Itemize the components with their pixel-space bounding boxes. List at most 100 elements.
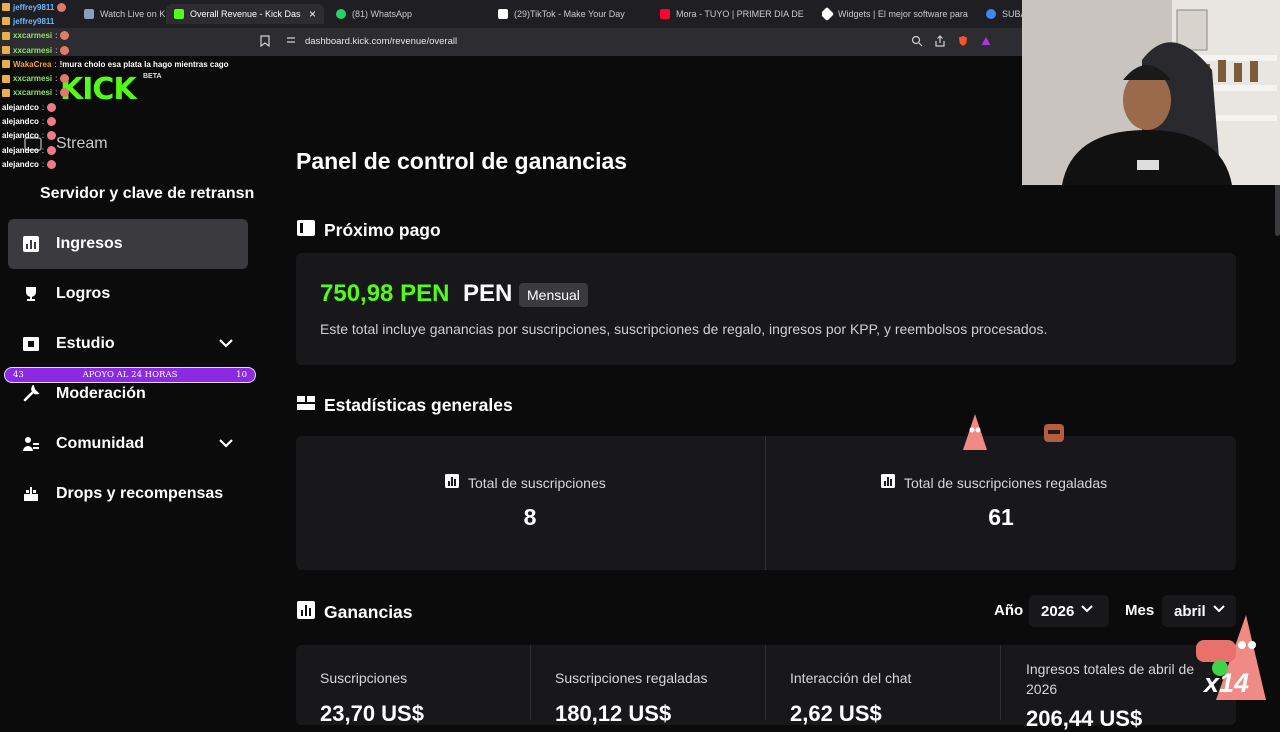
goal-label: APOYO AL 24 HORAS (82, 370, 178, 380)
sub-badge-icon (2, 46, 10, 55)
close-tab-icon[interactable]: × (309, 7, 316, 21)
earnings-chat-label: Interacción del chat (790, 670, 912, 686)
emote-icon (47, 117, 57, 127)
next-payment-card (296, 253, 1236, 365)
brave-shield-icon[interactable] (956, 35, 970, 49)
payment-currency: PEN (463, 280, 513, 307)
sidebar-item-label: Estudio (56, 335, 115, 352)
divider (765, 436, 766, 570)
stat-label: Total de suscripciones regaladas (904, 474, 1108, 491)
gifted-subs-value: 61 (988, 504, 1014, 530)
page-title: Panel de control de ganancias (296, 148, 628, 174)
tab-label: Widgets | El mejor software para po (838, 9, 968, 19)
chat-username: alejandco (2, 131, 39, 141)
total-subs-label: Total de suscripciones (444, 473, 606, 492)
sub-badge-icon (2, 60, 10, 69)
sidebar-item-comunidad[interactable]: Comunidad (8, 419, 248, 469)
tab-whatsapp[interactable]: (81) WhatsApp (336, 4, 486, 24)
sidebar-item-drops[interactable]: Drops y recompensas (8, 469, 248, 519)
emote-face-icon (1042, 422, 1066, 444)
goal-current: 43 (13, 370, 24, 380)
chevron-down-icon (1080, 602, 1094, 620)
emote-icon (60, 74, 70, 84)
url-text[interactable]: dashboard.kick.com/revenue/overall (305, 36, 457, 47)
earnings-gifted-value: 180,12 US$ (555, 701, 672, 726)
section-title: Próximo pago (324, 220, 441, 240)
earnings-chat-value: 2,62 US$ (790, 701, 882, 726)
sub-badge-icon (2, 88, 10, 97)
tab-label: SUBA (1002, 9, 1022, 19)
total-subs-value: 8 (523, 504, 537, 530)
tab-youtube[interactable]: Mora - TUYO | PRIMER DIA DE CLAS (660, 4, 810, 24)
year-label: Año (994, 602, 1024, 619)
bookmark-icon[interactable] (258, 35, 272, 49)
divider (765, 645, 766, 720)
chat-username: xxcarmesi (13, 74, 53, 84)
section-title: Estadísticas generales (324, 395, 513, 415)
chat-username: alejandco (2, 159, 39, 169)
chat-message: alejandco: (2, 114, 242, 128)
general-stats-card (296, 436, 1236, 570)
sidebar-item-label: Moderación (56, 385, 146, 402)
chat-username: xxcarmesi (13, 88, 53, 98)
wrench-icon (21, 384, 41, 404)
tab-label: Mora - TUYO | PRIMER DIA DE CLAS (676, 9, 806, 19)
stream-chat-overlay: jeffrey9811 jeffrey9811 xxcarmesi: xxcar… (2, 0, 242, 170)
gifted-subs-label: Total de suscripciones regaladas (880, 473, 1107, 492)
sidebar-item-server-key[interactable]: Servidor y clave de retransn (40, 185, 258, 203)
sidebar-item-label: Comunidad (56, 435, 144, 452)
year-value: 2026 (1041, 602, 1075, 620)
goal-target: 10 (236, 370, 247, 380)
tab-label: (81) WhatsApp (352, 9, 413, 19)
bar-chart-icon (444, 473, 460, 492)
next-payment-heading: Próximo pago (296, 218, 441, 243)
sub-badge-icon (2, 74, 10, 83)
patrick-sticker-icon (960, 412, 990, 452)
month-label: Mes (1125, 602, 1155, 619)
google-icon (986, 9, 996, 19)
sidebar-item-ingresos[interactable]: Ingresos (8, 219, 248, 269)
community-icon (21, 434, 41, 454)
gift-icon (21, 484, 41, 504)
chat-message: jeffrey9811 (2, 14, 242, 28)
chat-username: alejandco (2, 145, 39, 155)
sidebar-item-label: Logros (56, 285, 111, 302)
chat-message: alejandco: (2, 157, 242, 171)
chat-message: xxcarmesi: (2, 43, 242, 57)
tab-tiktok[interactable]: (29)TikTok - Make Your Day (498, 4, 648, 24)
tab-widgets[interactable]: Widgets | El mejor software para po (822, 4, 972, 24)
chat-message: xxcarmesi: (2, 71, 242, 85)
divider (530, 645, 531, 720)
section-title: Ganancias (324, 602, 413, 622)
sidebar-item-logros[interactable]: Logros (8, 269, 248, 319)
brave-rewards-icon[interactable] (979, 35, 993, 49)
bar-chart-icon (880, 473, 896, 492)
webcam-overlay (1022, 0, 1280, 185)
youtube-icon (660, 9, 670, 19)
emote-icon (47, 159, 57, 169)
chevron-down-icon[interactable] (218, 435, 234, 451)
tab-suba[interactable]: SUBA (986, 4, 1022, 24)
earnings-subs-value: 23,70 US$ (320, 701, 424, 726)
sub-badge-icon (2, 3, 10, 12)
chat-message: xxcarmesi: (2, 29, 242, 43)
sub-badge-icon (2, 31, 10, 40)
sidebar-item-label: Ingresos (56, 235, 123, 252)
bar-chart-icon (21, 234, 41, 254)
zoom-icon[interactable] (910, 35, 924, 49)
sub-badge-icon (2, 17, 10, 26)
stats-icon (296, 393, 316, 418)
emote-icon (47, 145, 57, 155)
earnings-subs-label: Suscripciones (320, 670, 408, 686)
chat-message: alejandco: (2, 143, 242, 157)
chat-message: alejandco: (2, 129, 242, 143)
year-select[interactable]: 2026 (1029, 595, 1109, 627)
emote-icon (60, 88, 70, 98)
share-icon[interactable] (933, 35, 947, 49)
site-settings-icon[interactable] (284, 35, 298, 49)
chevron-down-icon[interactable] (218, 335, 234, 351)
sidebar-item-estudio[interactable]: Estudio (8, 319, 248, 369)
wallet-icon (296, 218, 316, 243)
widgets-icon (822, 6, 835, 22)
trophy-icon (21, 284, 41, 304)
